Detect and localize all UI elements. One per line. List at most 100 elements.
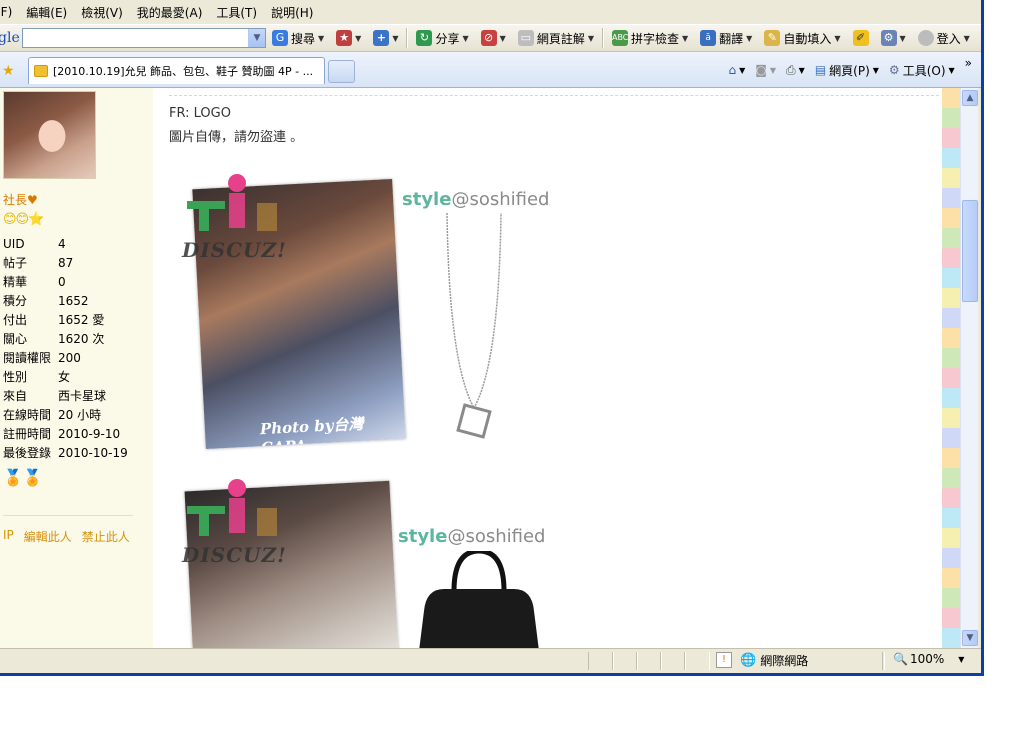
command-bar: ⌂ ▼ ◙ ▼ ⎙ ▼ ▤ 網頁(P) ▼ ⚙ 工具(O) ▼ » — [725, 56, 975, 83]
plus-icon: + — [373, 30, 390, 46]
stat-row: 付出 1652 愛 — [3, 311, 128, 330]
style-brand: style — [398, 526, 448, 547]
status-cell — [588, 651, 614, 670]
dropdown-arrow-icon: ▼ — [746, 33, 753, 43]
rank-icons: 😊😊⭐ — [3, 212, 44, 227]
stat-row: 性別 女 — [3, 368, 128, 387]
page-menu-label: 網頁(P) — [829, 63, 870, 78]
spell-check-button[interactable]: ABC 拼字檢查 ▼ — [606, 25, 694, 51]
stat-label: 帖子 — [3, 256, 28, 270]
stat-value: 女 — [58, 370, 71, 384]
google-toolbar: gle ▼ G 搜尋 ▼ ★ ▼ + ▼ ↻ 分享 ▼ ⊘ ▼ ▭ 網頁註解 ▼… — [0, 24, 981, 52]
menu-help[interactable]: 說明(H) — [264, 4, 320, 21]
home-icon: ⌂ — [728, 63, 737, 77]
settings-button[interactable]: ⚙ ▼ — [875, 25, 912, 51]
printer-icon: ⎙ — [786, 62, 796, 77]
menu-favorites[interactable]: 我的最愛(A) — [130, 4, 210, 21]
popup-blocker-button[interactable]: ⊘ ▼ — [475, 25, 512, 51]
tab-bar: ★ [2010.10.19]允兒 飾品、包包、鞋子 贊助圖 4P - ... ⌂… — [0, 52, 981, 88]
stat-label: 性別 — [3, 370, 28, 384]
add-button[interactable]: + ▼ — [367, 25, 404, 51]
security-zone[interactable]: 🌐 網際網路 — [740, 652, 808, 669]
medal-icons: 🏅🏅 — [3, 468, 43, 487]
stat-value: 1652 愛 — [58, 313, 105, 327]
home-button[interactable]: ⌂ ▼ — [725, 63, 748, 77]
dropdown-arrow-icon: ▼ — [899, 33, 906, 43]
page-menu-button[interactable]: ▤ 網頁(P) ▼ — [812, 62, 882, 79]
scroll-down-icon[interactable]: ▼ — [962, 630, 978, 646]
annotate-label: 網頁註解 — [536, 31, 585, 46]
post-body: FR: LOGO 圖片自傳，請勿盜連 。 Photo by台灣CAPA DISC… — [169, 88, 939, 648]
scroll-up-icon[interactable]: ▲ — [962, 90, 978, 106]
search-button[interactable]: G 搜尋 ▼ — [266, 25, 330, 51]
stat-row: 精華 0 — [3, 273, 128, 292]
more-chevron-button[interactable]: » — [962, 56, 975, 70]
google-logo: gle — [0, 30, 20, 46]
feeds-button[interactable]: ◙ ▼ — [752, 63, 779, 77]
login-label: 登入 — [936, 31, 961, 46]
menu-view[interactable]: 檢視(V) — [74, 4, 130, 21]
stat-row: 帖子 87 — [3, 254, 128, 273]
stat-row: 關心 1620 次 — [3, 330, 128, 349]
spell-label: 拼字檢查 — [630, 31, 679, 46]
discuz-logo-icon — [177, 478, 287, 548]
new-tab-button[interactable] — [328, 60, 355, 83]
google-search-input[interactable] — [23, 29, 249, 47]
necklace-image[interactable] — [439, 213, 509, 443]
dropdown-arrow-icon: ▼ — [462, 33, 469, 43]
stat-label: 註冊時間 — [3, 427, 52, 441]
warning-icon[interactable]: ! — [716, 652, 732, 668]
share-icon: ↻ — [416, 30, 433, 46]
medal-icon: 🏅 — [3, 468, 23, 487]
highlight-button[interactable]: ✐ — [847, 25, 875, 51]
tab-current-page[interactable]: [2010.10.19]允兒 飾品、包包、鞋子 贊助圖 4P - ... — [28, 57, 325, 84]
avatar[interactable] — [3, 91, 96, 179]
menu-tools[interactable]: 工具(T) — [209, 4, 264, 21]
handbag-image[interactable] — [414, 551, 544, 648]
dropdown-arrow-icon: ▼ — [587, 33, 594, 43]
dropdown-arrow-icon: ▼ — [948, 65, 955, 75]
status-cell — [660, 651, 686, 670]
photo-caption: Photo by台灣CAPA — [259, 414, 364, 450]
zoom-control[interactable]: 🔍 100% ▼ — [893, 652, 964, 666]
status-cell — [882, 651, 885, 670]
dropdown-arrow-icon: ▼ — [499, 33, 506, 43]
edit-user-link[interactable]: 編輯此人 — [24, 528, 72, 545]
zone-label: 網際網路 — [760, 654, 809, 668]
ip-link[interactable]: IP — [3, 528, 14, 545]
status-cell — [612, 651, 638, 670]
google-search-box[interactable]: ▼ — [22, 28, 266, 48]
translate-button[interactable]: ā 翻譯 ▼ — [694, 25, 758, 51]
scrollbar-thumb[interactable] — [962, 200, 978, 302]
toolbar-separator — [601, 28, 604, 48]
stat-label: 關心 — [3, 332, 28, 346]
dropdown-arrow-icon: ▼ — [872, 65, 879, 75]
translate-label: 翻譯 — [719, 31, 744, 46]
zoom-level: 100% — [909, 652, 945, 666]
autofill-icon: ✎ — [764, 30, 781, 46]
highlighter-icon: ✐ — [852, 30, 869, 46]
medal-icon: 🏅 — [22, 468, 43, 487]
menu-file[interactable]: (F) — [0, 5, 19, 19]
stat-label: UID — [3, 237, 25, 251]
browser-window: (F) 編輯(E) 檢視(V) 我的最愛(A) 工具(T) 說明(H) gle … — [0, 0, 984, 676]
menu-edit[interactable]: 編輯(E) — [19, 4, 74, 21]
dropdown-arrow-icon: ▼ — [392, 33, 399, 43]
globe-icon: 🌐 — [740, 653, 757, 668]
stat-value: 200 — [58, 351, 81, 365]
vertical-scrollbar[interactable]: ▲ ▼ — [960, 88, 978, 648]
favorites-star-icon[interactable]: ★ — [2, 64, 16, 78]
ban-user-link[interactable]: 禁止此人 — [82, 528, 130, 545]
annotate-button[interactable]: ▭ 網頁註解 ▼ — [512, 25, 600, 51]
share-button[interactable]: ↻ 分享 ▼ — [410, 25, 474, 51]
login-button[interactable]: 登入 ▼ — [912, 25, 976, 51]
divider — [3, 515, 133, 516]
status-cell — [636, 651, 662, 670]
dropdown-arrow-icon: ▼ — [318, 33, 325, 43]
username[interactable]: 社長♥ — [3, 191, 38, 208]
autofill-button[interactable]: ✎ 自動填入 ▼ — [758, 25, 846, 51]
print-button[interactable]: ⎙ ▼ — [783, 63, 808, 78]
tools-menu-button[interactable]: ⚙ 工具(O) ▼ — [886, 62, 958, 79]
bookmark-button[interactable]: ★ ▼ — [330, 25, 367, 51]
chevron-down-icon[interactable]: ▼ — [248, 29, 265, 47]
